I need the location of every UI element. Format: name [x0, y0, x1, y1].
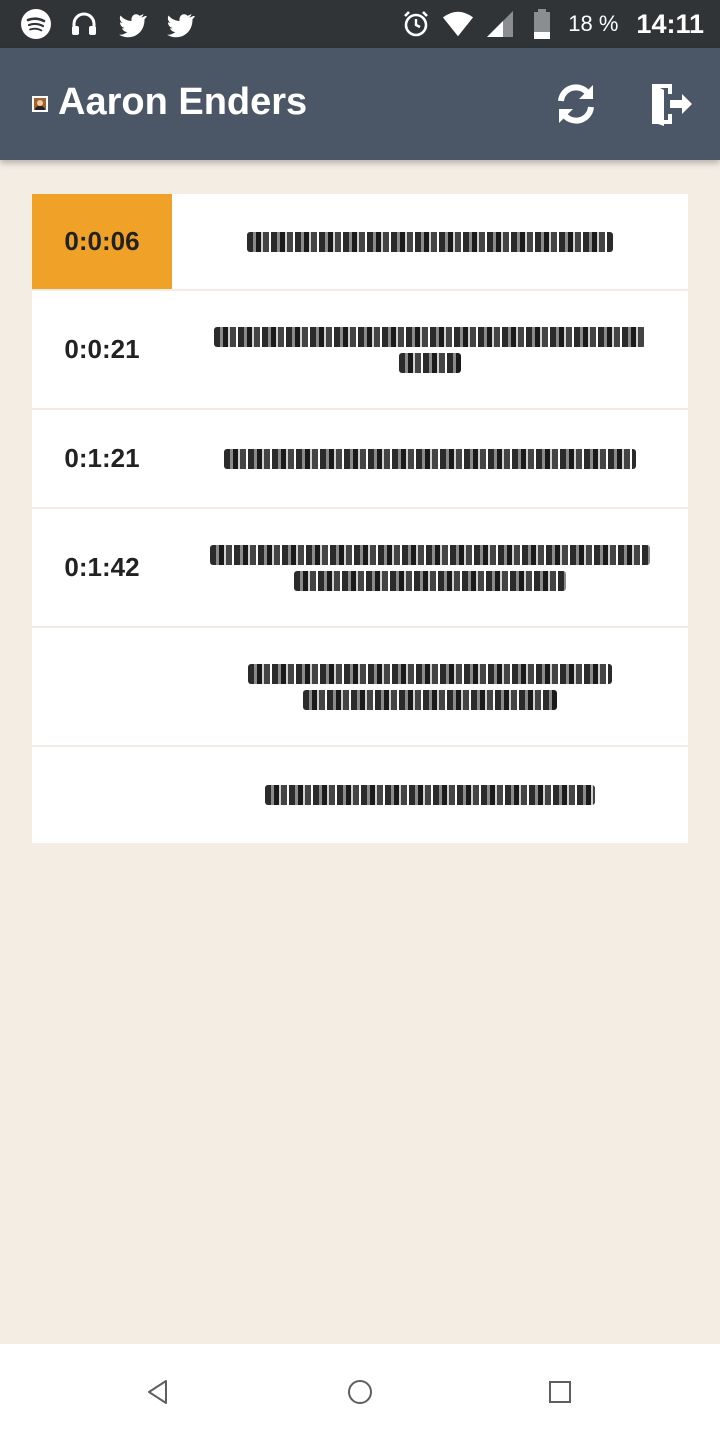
back-icon — [148, 1380, 167, 1404]
recent-apps-icon — [549, 1381, 571, 1403]
status-bar: 18 % 14:11 — [0, 0, 720, 48]
redacted-text — [172, 194, 688, 289]
transcript-row[interactable]: 0:0:06 — [32, 194, 688, 291]
recent-apps-button[interactable] — [540, 1372, 580, 1412]
alarm-icon — [400, 8, 432, 40]
transcript-row[interactable] — [32, 628, 688, 747]
page-title: Aaron Enders — [58, 81, 308, 123]
timestamp: 0:1:42 — [64, 552, 140, 582]
transcript-row[interactable]: 0:0:21 — [32, 291, 688, 410]
redacted-text — [172, 410, 688, 507]
refresh-button[interactable] — [548, 76, 604, 132]
redacted-text — [172, 291, 688, 408]
timestamp: 0:1:21 — [64, 443, 140, 473]
twitter-icon — [164, 8, 196, 40]
timestamp: 0:0:21 — [64, 334, 140, 364]
battery-icon — [526, 8, 558, 40]
status-time: 14:11 — [636, 8, 704, 39]
redacted-text — [172, 628, 688, 745]
home-icon — [348, 1380, 372, 1404]
transcript-row[interactable]: 0:1:21 — [32, 410, 688, 509]
transcript-list: 0:0:06 0:0:21 0:1:21 0:1:42 — [32, 194, 688, 843]
headset-icon — [68, 8, 100, 40]
logout-button[interactable] — [642, 76, 698, 132]
redacted-text — [172, 509, 688, 626]
refresh-icon — [558, 84, 594, 124]
status-system-icons: 18 % 14:11 — [400, 6, 704, 42]
timestamp — [32, 628, 172, 745]
back-button[interactable] — [138, 1372, 178, 1412]
transcript-row[interactable] — [32, 747, 688, 843]
app-bar: Aaron Enders — [0, 48, 720, 160]
status-notification-icons — [20, 6, 196, 42]
twitter-icon — [116, 8, 148, 40]
timestamp-active: 0:0:06 — [32, 194, 172, 289]
signal-icon — [484, 8, 516, 40]
redacted-text — [172, 747, 688, 843]
timestamp — [32, 747, 172, 843]
home-button[interactable] — [340, 1372, 380, 1412]
transcript-row[interactable]: 0:1:42 — [32, 509, 688, 628]
navigation-bar — [0, 1344, 720, 1440]
battery-percentage: 18 % — [568, 11, 619, 36]
spotify-icon — [20, 8, 52, 40]
exit-door-icon — [652, 84, 692, 126]
wifi-icon — [442, 8, 474, 40]
user-avatar — [32, 96, 48, 112]
